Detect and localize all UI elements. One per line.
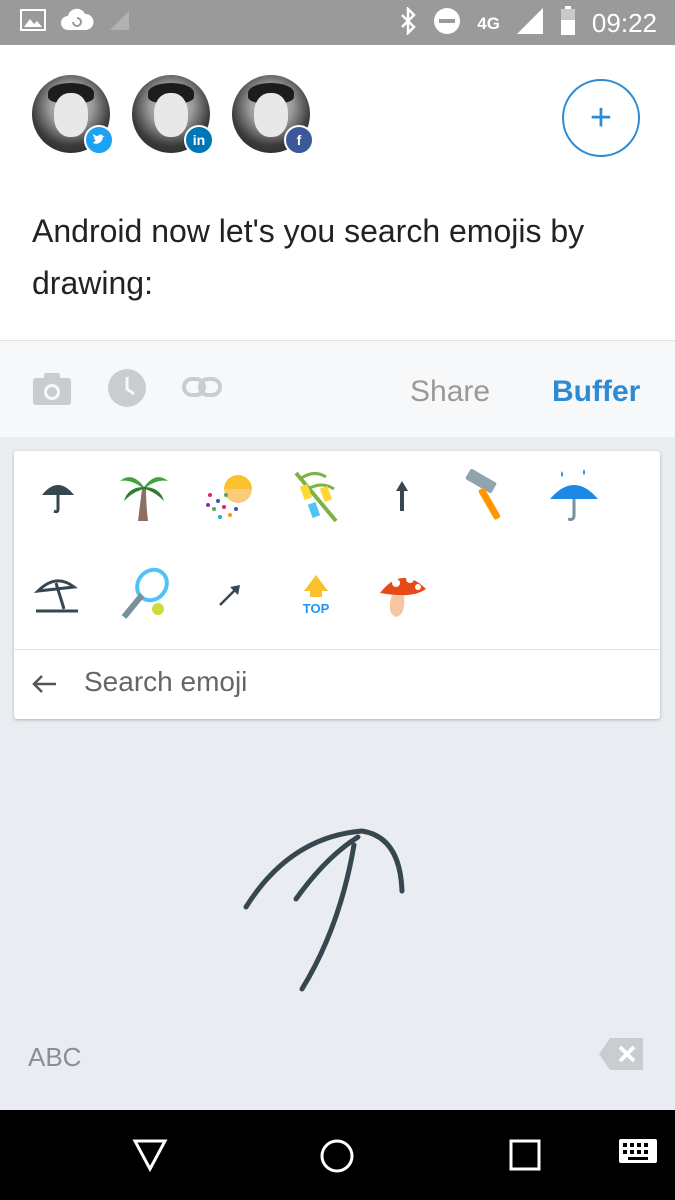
emoji-search-input[interactable]: Search emoji — [84, 666, 247, 698]
emoji-mushroom[interactable] — [372, 563, 432, 623]
emoji-suggestions-panel: TOP Search emoji — [14, 451, 660, 719]
emoji-palm-tree[interactable] — [114, 465, 174, 525]
avatar-facebook[interactable]: f — [232, 75, 314, 155]
emoji-top-arrow[interactable]: TOP — [286, 563, 346, 623]
emoji-umbrella[interactable] — [28, 465, 88, 525]
signal-icon — [516, 7, 544, 40]
back-icon[interactable] — [132, 1138, 168, 1177]
status-time: 09:22 — [591, 8, 657, 38]
emoji-tennis[interactable] — [114, 563, 174, 623]
handwriting-canvas[interactable] — [230, 817, 430, 1007]
signal-weak-icon — [108, 9, 130, 36]
backspace-icon[interactable] — [598, 1037, 644, 1076]
linkedin-icon: in — [184, 125, 214, 155]
status-bar: 4G 09:22 — [0, 0, 675, 45]
emoji-tanabata-tree[interactable] — [286, 465, 346, 525]
emoji-umbrella-with-rain[interactable] — [544, 465, 604, 525]
camera-icon[interactable] — [32, 372, 72, 411]
emoji-keyboard: TOP Search emoji ABC — [0, 437, 675, 1110]
image-icon — [20, 9, 46, 36]
post-text-area[interactable]: Android now let's you search emojis by d… — [32, 205, 642, 309]
svg-text:TOP: TOP — [303, 601, 330, 616]
bluetooth-icon — [399, 5, 417, 40]
emoji-confetti-ball[interactable] — [200, 465, 260, 525]
network-label: 4G — [477, 13, 500, 33]
composer-toolbar: Share Buffer — [0, 341, 675, 437]
cloud-sync-icon — [60, 8, 94, 37]
add-account-button[interactable]: + — [562, 79, 640, 157]
arrow-back-icon[interactable] — [30, 670, 58, 702]
share-button[interactable]: Share — [410, 375, 490, 409]
emoji-hammer[interactable] — [458, 465, 518, 525]
abc-key[interactable]: ABC — [28, 1042, 81, 1073]
home-icon[interactable] — [319, 1138, 355, 1179]
keyboard-icon[interactable] — [618, 1138, 658, 1173]
battery-icon — [560, 6, 576, 41]
emoji-search-bar: Search emoji — [14, 649, 660, 720]
do-not-disturb-icon — [433, 7, 461, 40]
emoji-beach-umbrella[interactable] — [28, 563, 88, 623]
avatar-twitter[interactable] — [32, 75, 114, 155]
navigation-bar — [0, 1110, 675, 1200]
emoji-up-arrow[interactable] — [372, 465, 432, 525]
facebook-icon: f — [284, 125, 314, 155]
clock-icon[interactable] — [107, 369, 147, 413]
recents-icon[interactable] — [508, 1138, 542, 1177]
account-selector: in f + — [0, 45, 675, 175]
link-icon[interactable] — [182, 372, 222, 407]
avatar-linkedin[interactable]: in — [132, 75, 214, 155]
emoji-north-east-arrow[interactable] — [200, 563, 260, 623]
buffer-button[interactable]: Buffer — [552, 375, 640, 409]
twitter-icon — [84, 125, 114, 155]
